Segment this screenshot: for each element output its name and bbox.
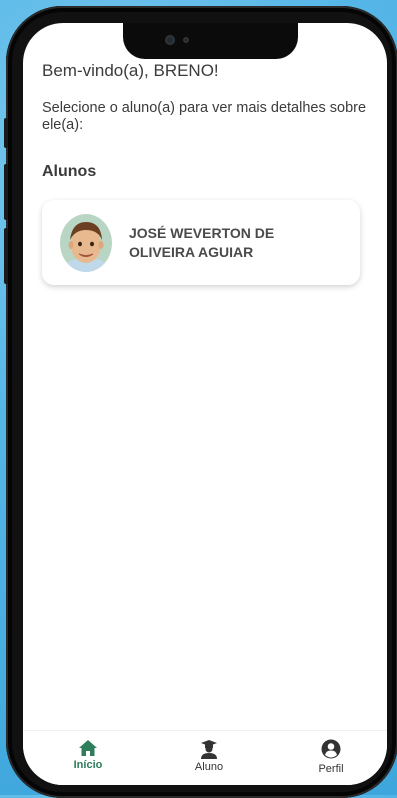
notch xyxy=(123,23,298,59)
volume-up-button xyxy=(4,164,8,220)
home-icon xyxy=(79,740,97,756)
volume-down-button xyxy=(4,228,8,284)
nav-label-aluno: Aluno xyxy=(194,761,224,773)
greeting-title: Bem-vindo(a), BRENO! xyxy=(42,61,219,80)
sensor-icon xyxy=(183,37,189,43)
bottom-navigation: Início Aluno Perfil xyxy=(23,730,387,785)
camera-icon xyxy=(165,35,175,45)
nav-item-inicio[interactable]: Início xyxy=(48,739,128,771)
app-screen: Bem-vindo(a), BRENO! Selecione o aluno(a… xyxy=(23,23,387,785)
nav-label-inicio: Início xyxy=(73,759,103,771)
nav-item-aluno[interactable]: Aluno xyxy=(169,739,249,773)
profile-icon xyxy=(321,739,341,759)
phone-frame: Bem-vindo(a), BRENO! Selecione o aluno(a… xyxy=(4,6,397,798)
student-icon xyxy=(201,740,217,759)
instruction-text: Selecione o aluno(a) para ver mais detal… xyxy=(42,100,367,133)
student-name: JOSÉ WEVERTON DE OLIVEIRA AGUIAR xyxy=(129,225,275,260)
students-section-title: Alunos xyxy=(42,163,97,180)
nav-label-perfil: Perfil xyxy=(318,763,344,775)
student-avatar xyxy=(60,214,112,272)
student-card[interactable]: JOSÉ WEVERTON DE OLIVEIRA AGUIAR xyxy=(42,200,360,285)
nav-item-perfil[interactable]: Perfil xyxy=(291,739,371,775)
mute-switch xyxy=(4,118,8,148)
